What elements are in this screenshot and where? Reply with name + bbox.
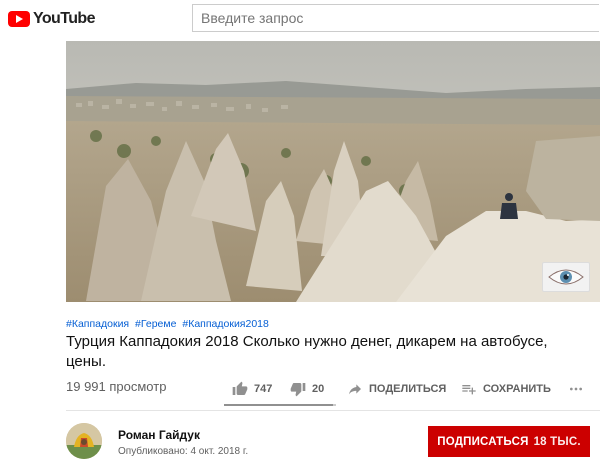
- channel-name[interactable]: Роман Гайдук: [118, 428, 200, 442]
- share-button[interactable]: ПОДЕЛИТЬСЯ: [347, 381, 461, 397]
- subscriber-count: 18 ТЫС.: [533, 435, 581, 448]
- masthead: YouTube: [0, 0, 600, 40]
- channel-avatar[interactable]: [66, 423, 102, 459]
- share-arrow-icon: [349, 384, 361, 395]
- subscribe-button[interactable]: ПОДПИСАТЬСЯ 18 ТЫС.: [428, 426, 590, 457]
- dislike-count: 20: [312, 383, 325, 395]
- publish-date: Опубликовано: 4 окт. 2018 г.: [118, 446, 249, 457]
- hashtag-link[interactable]: #Гереме: [135, 318, 176, 330]
- logo-text: YouTube: [33, 10, 95, 27]
- view-count: 19 991 просмотр: [66, 379, 167, 394]
- video-player[interactable]: [66, 41, 600, 302]
- video-frame: [66, 41, 600, 302]
- like-dislike-bar: [224, 404, 336, 406]
- action-bar: 747 20 ПОДЕЛИТЬСЯ СОХРАНИТЬ: [226, 376, 584, 402]
- more-horizontal-icon: [570, 387, 582, 391]
- eye-icon: [542, 262, 590, 292]
- share-label: ПОДЕЛИТЬСЯ: [369, 383, 447, 395]
- add-to-playlist-icon: [462, 385, 476, 395]
- video-title: Турция Каппадокия 2018 Сколько нужно ден…: [66, 333, 548, 370]
- like-count: 747: [254, 383, 273, 395]
- save-button[interactable]: СОХРАНИТЬ: [461, 381, 568, 397]
- hashtag-list: #Каппадокия #Гереме #Каппадокия2018: [66, 318, 272, 330]
- thumbs-down-icon: [290, 383, 306, 397]
- dislike-button[interactable]: 20: [290, 381, 342, 397]
- avatar-image: [66, 423, 102, 459]
- youtube-logo-icon: [8, 11, 30, 27]
- hashtag-link[interactable]: #Каппадокия2018: [182, 318, 268, 330]
- like-ratio-fill: [224, 404, 334, 406]
- thumbs-up-icon: [232, 381, 248, 395]
- subscribe-label: ПОДПИСАТЬСЯ: [437, 435, 529, 448]
- youtube-logo[interactable]: YouTube: [8, 8, 95, 30]
- divider: [66, 410, 600, 411]
- like-button[interactable]: 747: [232, 381, 290, 397]
- more-actions-button[interactable]: [568, 381, 584, 397]
- hashtag-link[interactable]: #Каппадокия: [66, 318, 129, 330]
- search-box: [192, 4, 599, 32]
- save-label: СОХРАНИТЬ: [483, 383, 551, 395]
- search-input[interactable]: [193, 5, 599, 31]
